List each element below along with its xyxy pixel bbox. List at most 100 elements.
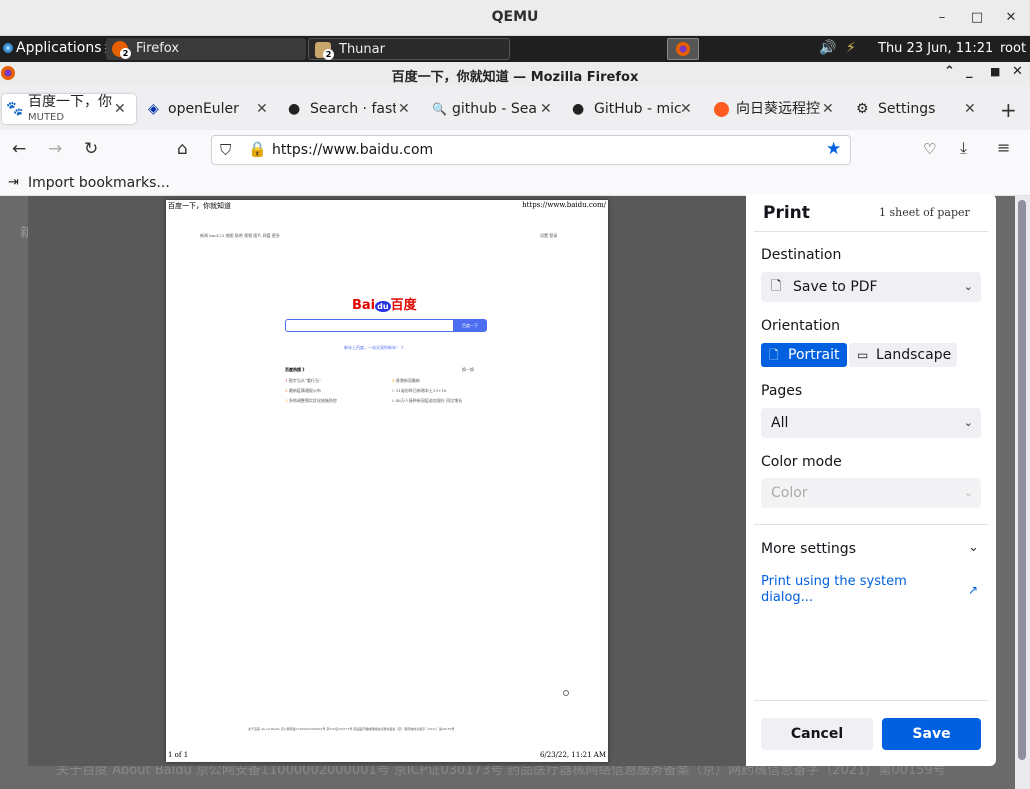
tab-close-icon[interactable]: ✕: [680, 94, 692, 124]
preview-hot-refresh: 换一换: [462, 367, 474, 372]
preview-page-footer: 关于百度 About Baidu 京公网安备11000002000001号 京I…: [248, 727, 455, 731]
import-bookmarks-link[interactable]: Import bookmarks...: [28, 175, 170, 191]
preview-footer-pages: 1 of 1: [168, 751, 189, 759]
cancel-button[interactable]: Cancel: [761, 718, 873, 750]
tab-sunlogin[interactable]: 向日葵远程控 ✕: [714, 94, 838, 124]
pages-label: Pages: [761, 383, 803, 399]
pocket-icon[interactable]: ♡: [923, 140, 936, 158]
url-text[interactable]: https://www.baidu.com: [272, 142, 433, 158]
firefox-window-titlebar: 百度一下，你就知道 — Mozilla Firefox ⌃ _ ■ ✕: [0, 62, 1030, 86]
preview-hot-item: 3 多地调整落实优化措施防控: [285, 398, 337, 403]
landscape-icon: ▭: [857, 348, 869, 362]
preview-header-url: https://www.baidu.com/: [522, 201, 606, 209]
tab-close-icon[interactable]: ✕: [256, 94, 268, 124]
logo-bai: Bai: [352, 298, 376, 313]
sheet-count: 1 sheet of paper: [879, 206, 970, 219]
scrollbar-thumb[interactable]: [1018, 200, 1026, 760]
tab-openeuler[interactable]: ◈ openEuler ✕: [146, 94, 274, 124]
tab-close-icon[interactable]: ✕: [540, 94, 552, 124]
qemu-minimize-button[interactable]: –: [932, 8, 952, 28]
pages-select[interactable]: All ⌄: [761, 408, 981, 438]
preview-baidu-logo: Bai du 百度: [352, 294, 417, 313]
forward-button[interactable]: →: [48, 139, 62, 159]
window-maximize-icon[interactable]: ■: [990, 65, 1000, 78]
more-settings-toggle[interactable]: More settings: [761, 541, 856, 557]
preview-nav-right: 设置 登录: [540, 233, 558, 238]
tab-github-sea[interactable]: 🔍 github - Sea ✕: [432, 94, 556, 124]
back-button[interactable]: ←: [12, 139, 26, 159]
preview-hot-item: 2 最新疫情通报公布: [285, 388, 321, 393]
tab-settings[interactable]: ⚙ Settings ✕: [856, 94, 980, 124]
lock-icon[interactable]: 🔒: [248, 140, 267, 158]
import-icon: ⇥: [8, 175, 19, 190]
tab-title: GitHub - mic: [594, 101, 682, 117]
preview-side-circle-icon: [563, 690, 569, 696]
baidu-paw-icon: 🐾: [6, 101, 24, 117]
window-close-icon[interactable]: ✕: [1012, 64, 1023, 79]
tab-muted-label: MUTED: [28, 112, 65, 123]
portrait-label: Portrait: [788, 347, 840, 363]
qemu-titlebar: QEMU – □ ✕: [0, 0, 1030, 36]
search-icon: 🔍: [432, 102, 447, 116]
chevron-down-icon[interactable]: ⌄: [968, 540, 979, 555]
task-count-badge: 2: [323, 49, 334, 60]
portrait-button[interactable]: 🗋 Portrait: [761, 343, 847, 367]
preview-search-box: [285, 319, 455, 332]
tab-github-mic[interactable]: ● GitHub - mic ✕: [572, 94, 696, 124]
downloads-icon[interactable]: ⤓: [960, 138, 967, 158]
tab-close-icon[interactable]: ✕: [964, 94, 976, 124]
print-preview-sheet: 百度一下，你就知道 https://www.baidu.com/ 新闻 hao1…: [166, 200, 608, 762]
tab-close-icon[interactable]: ✕: [822, 94, 834, 124]
divider: [754, 231, 988, 232]
applications-menu[interactable]: Applications: [16, 40, 102, 56]
window-shade-icon[interactable]: ⌃: [944, 64, 955, 79]
url-bar[interactable]: ⛉ 🔒 https://www.baidu.com ★: [211, 135, 851, 165]
qemu-close-button[interactable]: ✕: [1001, 8, 1021, 28]
color-mode-label: Color mode: [761, 454, 842, 470]
tab-close-icon[interactable]: ✕: [398, 94, 410, 124]
preview-search-button: 百度一下: [453, 319, 487, 332]
applications-icon: [2, 41, 14, 55]
new-tab-button[interactable]: +: [1000, 98, 1017, 122]
network-icon[interactable]: ⚡: [846, 40, 856, 56]
tab-title: Search · fast: [310, 101, 396, 117]
panel-clock[interactable]: Thu 23 Jun, 11:21: [878, 41, 993, 56]
task-thunar[interactable]: 2 Thunar: [308, 38, 510, 60]
save-button[interactable]: Save: [882, 718, 981, 750]
orientation-label: Orientation: [761, 318, 841, 334]
landscape-button[interactable]: ▭ Landscape: [849, 343, 957, 367]
bookmark-star-icon[interactable]: ★: [826, 139, 841, 159]
divider: [754, 700, 988, 701]
panel-user[interactable]: root: [1000, 41, 1026, 56]
home-button[interactable]: ⌂: [177, 139, 188, 159]
tab-baidu[interactable]: 🐾 百度一下，你 MUTED ✕: [2, 94, 136, 124]
preview-nav-links: 新闻 hao123 地图 贴吧 视频 图片 网盘 更多: [200, 233, 280, 238]
chevron-down-icon: ⌄: [963, 416, 973, 429]
color-mode-value: Color: [771, 485, 808, 501]
tab-github-search[interactable]: ● Search · fast ✕: [288, 94, 412, 124]
firefox-window-title: 百度一下，你就知道 — Mozilla Firefox: [391, 70, 639, 85]
destination-select[interactable]: 🗋 Save to PDF ⌄: [761, 272, 981, 302]
reload-button[interactable]: ↻: [84, 139, 98, 159]
task-count-badge: 2: [120, 48, 131, 59]
system-dialog-link[interactable]: Print using the system dialog...: [761, 574, 931, 606]
portrait-icon: 🗋: [769, 348, 779, 362]
window-minimize-icon[interactable]: _: [966, 64, 973, 79]
destination-label: Destination: [761, 247, 842, 263]
tab-strip: 🐾 百度一下，你 MUTED ✕ ◈ openEuler ✕ ● Search …: [0, 86, 1030, 130]
preview-hot-title: 百度热搜 》: [285, 367, 307, 372]
volume-icon[interactable]: 🔊: [819, 40, 836, 56]
chevron-down-icon: ⌄: [963, 280, 973, 293]
document-icon: 🗋: [771, 279, 782, 294]
divider: [754, 524, 988, 525]
task-firefox[interactable]: 2 Firefox: [106, 38, 306, 60]
tab-close-icon[interactable]: ✕: [114, 94, 126, 124]
preview-hint: 新年上百度，一站式宠你新年！ 》: [344, 345, 406, 350]
external-link-icon[interactable]: ↗: [968, 583, 978, 597]
menu-icon[interactable]: ≡: [997, 138, 1010, 157]
navigation-toolbar: ← → ↻ ⌂ ⛉ 🔒 https://www.baidu.com ★ ♡ ⤓ …: [0, 130, 1030, 170]
shield-icon[interactable]: ⛉: [220, 141, 231, 159]
tray-firefox-button[interactable]: [667, 38, 699, 60]
github-icon: ●: [288, 101, 301, 117]
qemu-maximize-button[interactable]: □: [967, 8, 987, 28]
